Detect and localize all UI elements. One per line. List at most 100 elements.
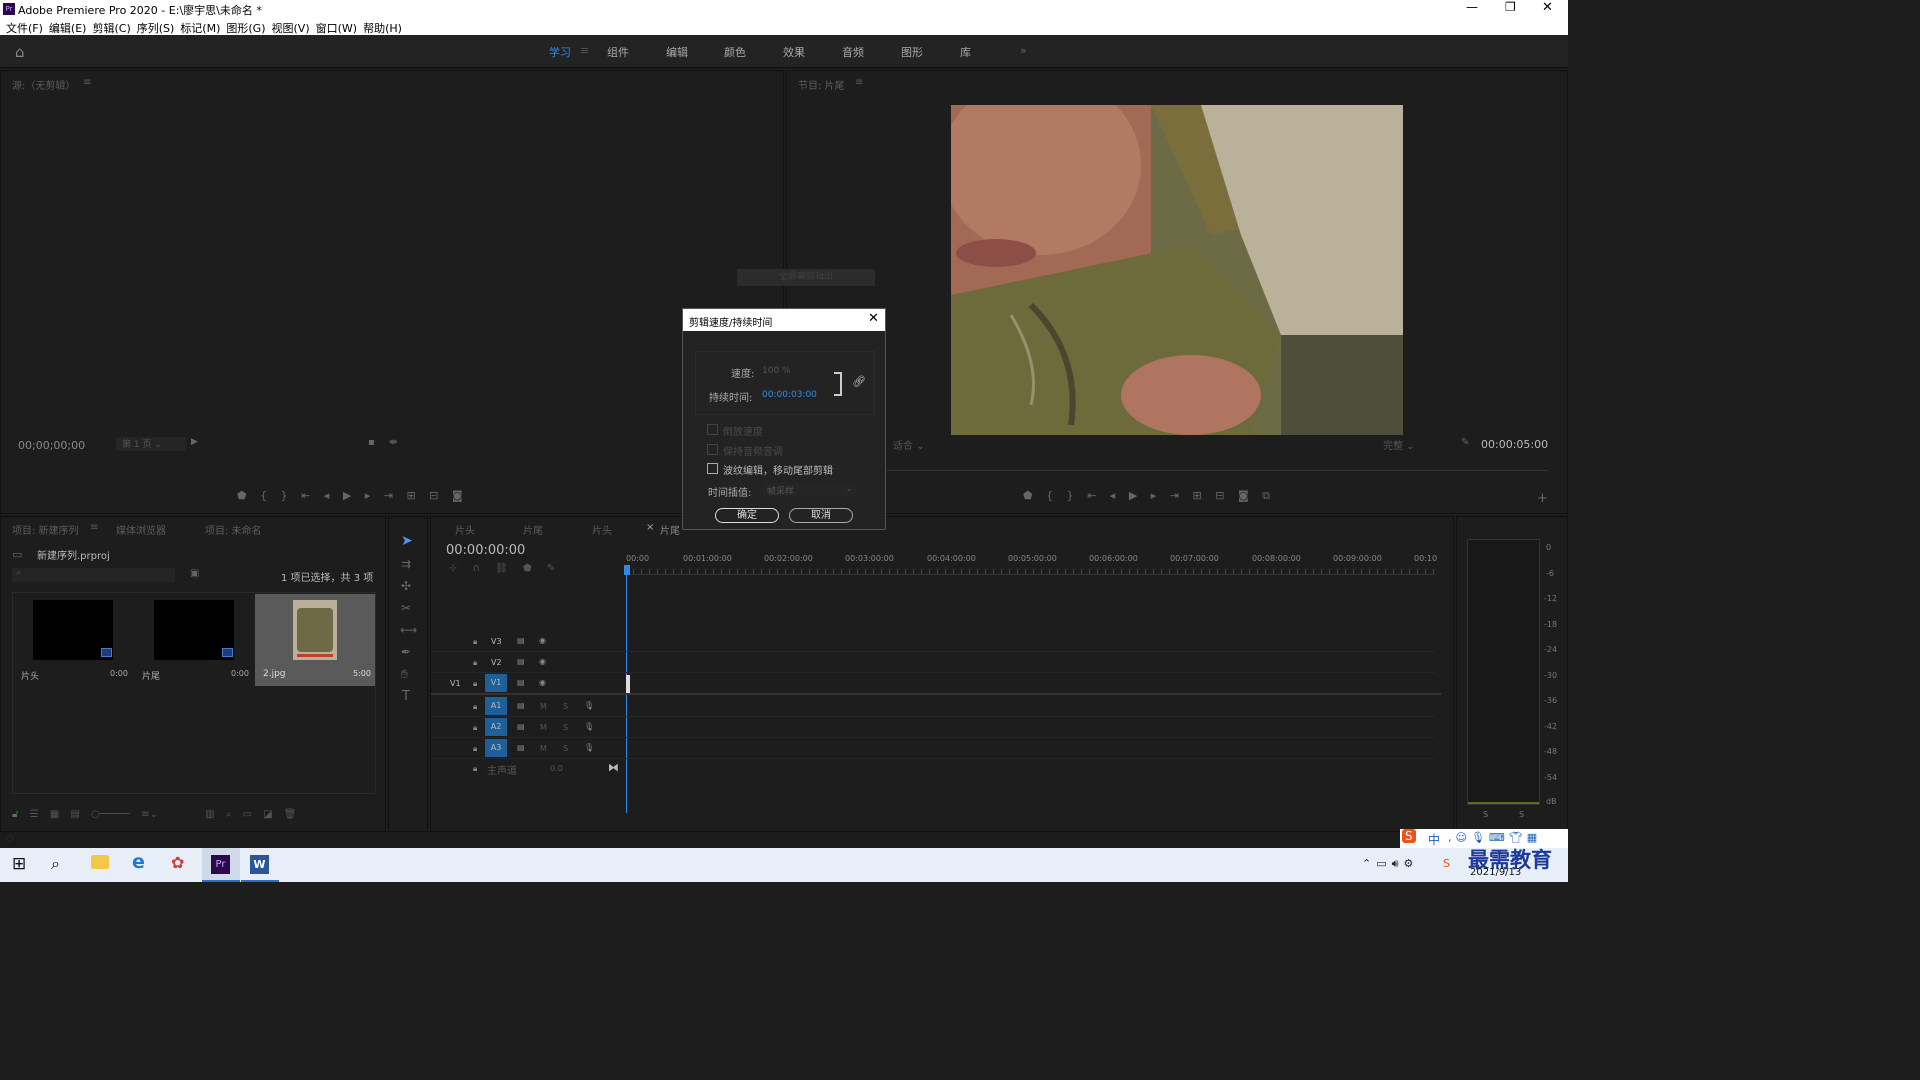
clip-2jpg[interactable]: [626, 675, 630, 693]
project-search-input[interactable]: ⌕: [12, 568, 175, 582]
tray-icons[interactable]: ⌃▭🔊︎⚙: [1362, 857, 1418, 871]
play-icon[interactable]: ▶: [343, 489, 351, 502]
sync-lock-icon[interactable]: ▤: [517, 636, 525, 645]
mark-out-icon[interactable]: }: [1067, 489, 1074, 502]
ripple-edit-tool-icon[interactable]: ✣: [401, 579, 411, 593]
ime-mode[interactable]: 中: [1428, 831, 1440, 848]
mark-in-icon[interactable]: {: [260, 489, 267, 502]
lock-icon[interactable]: 🔒︎: [473, 658, 477, 668]
restore-button[interactable]: ❐: [1505, 0, 1516, 14]
go-to-in-icon[interactable]: ⇤: [1087, 489, 1096, 502]
timeline-tab-outro[interactable]: 片尾: [523, 522, 543, 537]
tab-project-sequence[interactable]: 项目: 新建序列: [12, 522, 79, 537]
workspace-tab-graphics[interactable]: 图形: [901, 44, 923, 60]
time-interpolation-select[interactable]: 帧采样 ⌄: [763, 483, 857, 498]
new-item-icon[interactable]: ◪: [263, 809, 272, 820]
trash-icon[interactable]: 🗑︎: [284, 809, 297, 820]
camera-icon[interactable]: ◙: [452, 489, 463, 502]
page-select[interactable]: 第 1 页 ⌄: [116, 437, 186, 451]
reverse-speed-checkbox[interactable]: [707, 424, 718, 435]
ime-tools-icons[interactable]: ,☺🎙︎⌨👕︎▦: [1448, 831, 1541, 844]
snap-icon[interactable]: ∩: [473, 563, 480, 574]
wrench-icon[interactable]: ✎: [1461, 437, 1469, 448]
add-marker-icon[interactable]: ⬟: [523, 563, 532, 574]
icon-view-icon[interactable]: ▦: [50, 809, 59, 820]
dialog-close-icon[interactable]: ✕: [868, 311, 879, 326]
tray-sogou-icon[interactable]: S: [1443, 857, 1450, 870]
panel-menu-icon[interactable]: ≡: [90, 522, 98, 533]
lock-icon[interactable]: 🔒︎: [473, 679, 477, 689]
step-back-icon[interactable]: ◂: [1110, 489, 1116, 502]
workspace-tab-audio[interactable]: 音频: [842, 44, 864, 60]
find-icon[interactable]: ⌕: [226, 809, 232, 820]
automate-icon[interactable]: ▥: [205, 809, 214, 820]
menu-graphics[interactable]: 图形(G): [226, 20, 265, 36]
project-item-intro[interactable]: 片头 0:00: [13, 594, 133, 686]
mark-in-icon[interactable]: {: [1046, 489, 1053, 502]
cancel-button[interactable]: 取消: [789, 508, 853, 523]
type-tool-icon[interactable]: T: [402, 689, 410, 704]
step-forward-icon[interactable]: ▸: [365, 489, 371, 502]
razor-tool-icon[interactable]: ✂: [401, 601, 411, 615]
freeform-view-icon[interactable]: ▤: [70, 809, 79, 820]
speed-value[interactable]: 100 %: [762, 366, 791, 376]
tab-project-untitled[interactable]: 项目: 未命名: [205, 522, 262, 537]
eye-icon[interactable]: ◉: [539, 636, 546, 645]
ok-button[interactable]: 确定: [715, 508, 779, 523]
solo-button[interactable]: S: [563, 744, 568, 753]
sogou-icon[interactable]: S: [1402, 829, 1416, 843]
keep-pitch-checkbox[interactable]: [707, 444, 718, 455]
compare-icon[interactable]: ⧉: [1262, 489, 1270, 502]
menu-markers[interactable]: 标记(M): [180, 20, 220, 36]
microphone-icon[interactable]: 🎙︎: [584, 701, 594, 710]
zoom-slider[interactable]: ○─────: [91, 809, 130, 820]
timeline-tab-intro[interactable]: 片头: [455, 522, 475, 537]
sync-lock-icon[interactable]: ▤: [517, 743, 525, 752]
file-explorer-icon[interactable]: [91, 855, 109, 869]
export-frame-icon[interactable]: ▪: [368, 437, 375, 448]
playhead[interactable]: [624, 565, 630, 575]
timeline-timecode[interactable]: 00:00:00:00: [446, 543, 525, 558]
marker-icon[interactable]: ⬟: [1023, 489, 1033, 502]
windows-start-icon[interactable]: ⊞: [12, 854, 26, 874]
minimize-button[interactable]: —: [1466, 0, 1478, 14]
microphone-icon[interactable]: 🎙︎: [584, 722, 594, 731]
tab-media-browser[interactable]: 媒体浏览器: [116, 522, 166, 537]
program-timecode[interactable]: 00:00:05:00: [1481, 438, 1548, 451]
track-target-a2[interactable]: A2: [485, 718, 507, 736]
program-scrub-ruler[interactable]: [887, 461, 1547, 471]
master-volume[interactable]: 0.0: [550, 764, 563, 773]
menu-view[interactable]: 视图(V): [272, 20, 310, 36]
sync-lock-icon[interactable]: ▤: [517, 678, 525, 687]
sync-lock-icon[interactable]: ▤: [517, 657, 525, 666]
step-forward-icon[interactable]: ▸: [1151, 489, 1157, 502]
go-to-end-icon[interactable]: ⧓: [608, 761, 619, 774]
time-ruler[interactable]: 00:00 00:01:00:00 00:02:00:00 00:03:00:0…: [625, 551, 1437, 575]
workspace-tab-editing[interactable]: 编辑: [666, 44, 688, 60]
play-small-icon[interactable]: ▶: [191, 437, 198, 447]
search-icon[interactable]: ⌕: [51, 854, 60, 874]
mark-out-icon[interactable]: }: [281, 489, 288, 502]
timeline-tab-intro-2[interactable]: 片头: [592, 522, 612, 537]
go-to-out-icon[interactable]: ⇥: [1170, 489, 1179, 502]
lock-icon[interactable]: 🔒︎: [473, 723, 477, 733]
settings-wrench-icon[interactable]: ✎: [547, 563, 555, 574]
sync-lock-icon[interactable]: ▤: [517, 701, 525, 710]
source-patch-v1[interactable]: V1: [450, 679, 461, 688]
lock-icon[interactable]: 🔒︎: [473, 764, 477, 774]
fit-select[interactable]: 适合 ⌄: [893, 437, 957, 452]
program-monitor-title[interactable]: 节目: 片尾: [798, 77, 845, 92]
lock-icon[interactable]: 🔒︎: [473, 702, 477, 712]
pen-tool-icon[interactable]: ✒: [401, 645, 411, 659]
workspace-tab-color[interactable]: 颜色: [724, 44, 746, 60]
play-icon[interactable]: ▶: [1129, 489, 1137, 502]
slip-tool-icon[interactable]: ⟷: [400, 623, 417, 637]
menu-clip[interactable]: 剪辑(C): [92, 20, 130, 36]
project-item-image-selected[interactable]: 2.jpg 5:00: [255, 594, 375, 686]
lock-icon[interactable]: 🔓︎: [12, 809, 18, 820]
workspace-tab-assembly[interactable]: 组件: [607, 44, 629, 60]
panel-menu-icon[interactable]: ≡: [855, 77, 863, 88]
menu-window[interactable]: 窗口(W): [316, 20, 357, 36]
more-workspaces-icon[interactable]: »: [1020, 44, 1027, 57]
step-back-icon[interactable]: ◂: [324, 489, 330, 502]
